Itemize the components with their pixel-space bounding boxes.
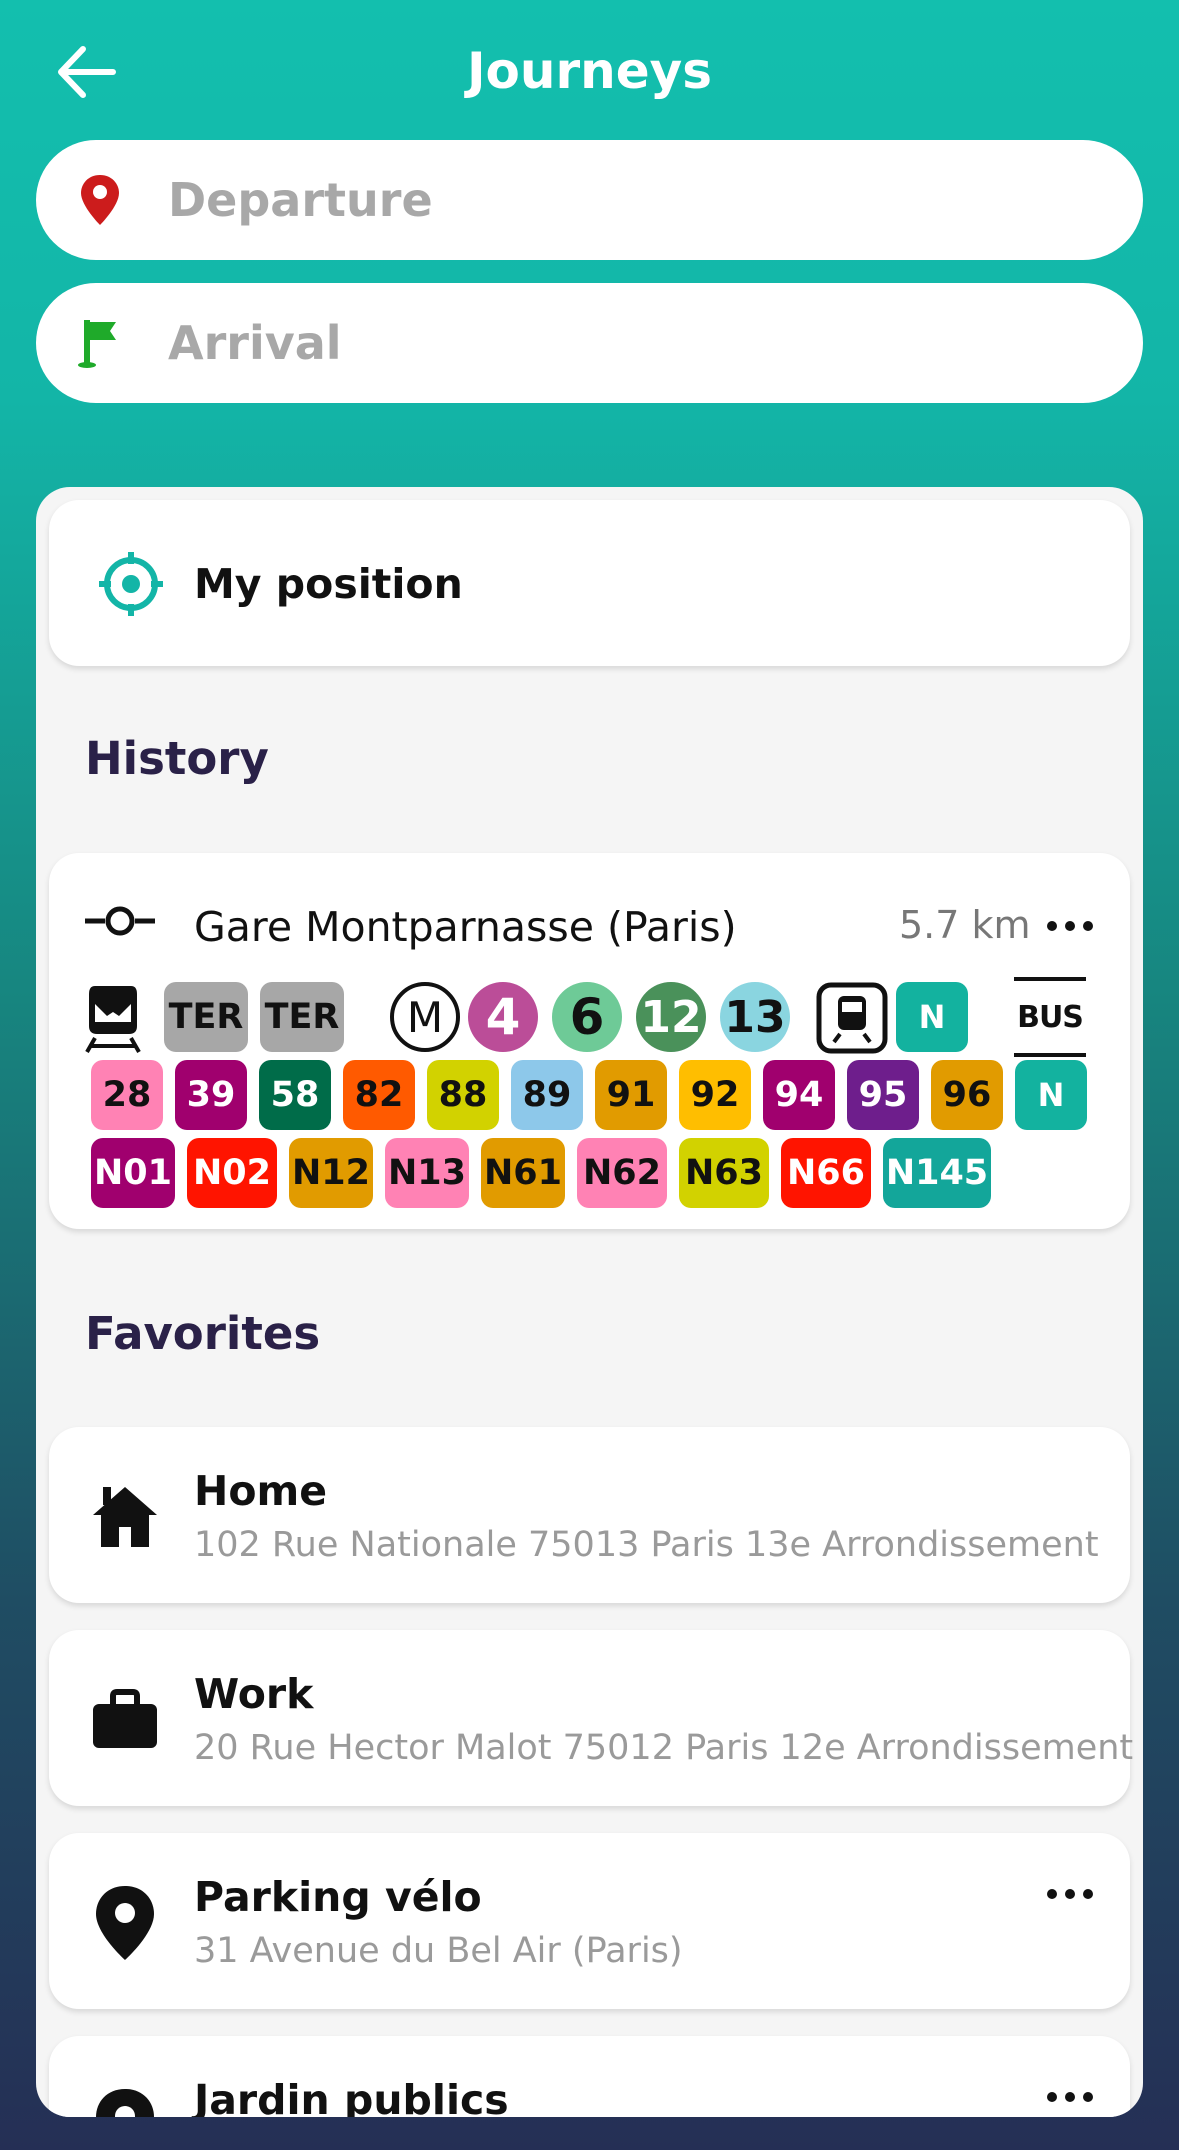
my-position-card[interactable]: My position (49, 500, 1130, 666)
bus-logo-icon: BUS (1014, 977, 1086, 1057)
bus-line-badge: 92 (679, 1060, 751, 1130)
night-bus-badge: N66 (781, 1138, 871, 1208)
history-distance: 5.7 km (899, 903, 1031, 947)
bus-line-badge: 95 (847, 1060, 919, 1130)
favorite-address: 102 Rue Nationale 75013 Paris 13e Arrond… (194, 1525, 1099, 1565)
my-position-label: My position (194, 560, 463, 608)
favorite-item[interactable]: Parking vélo 31 Avenue du Bel Air (Paris… (49, 1833, 1130, 2009)
map-pin-icon (81, 175, 119, 225)
departure-field[interactable]: Departure (36, 140, 1143, 260)
favorite-item[interactable]: Work 20 Rue Hector Malot 75012 Paris 12e… (49, 1630, 1134, 1806)
favorites-title: Favorites (85, 1307, 321, 1360)
suggestions-panel: My position History Gare Montparnasse (P… (36, 487, 1143, 2117)
departure-placeholder: Departure (168, 173, 433, 227)
night-bus-badge: N12 (289, 1138, 373, 1208)
more-options-button[interactable] (1047, 1889, 1093, 1899)
bus-line-badge: 28 (91, 1060, 163, 1130)
map-pin-icon (85, 2086, 165, 2117)
briefcase-icon (85, 1680, 165, 1760)
metro-line-badge: 6 (552, 982, 622, 1052)
favorite-name: Home (194, 1467, 328, 1515)
night-bus-badge: N01 (91, 1138, 175, 1208)
favorite-name: Work (194, 1670, 314, 1718)
more-options-button[interactable] (1047, 2092, 1093, 2102)
bus-line-badge: 94 (763, 1060, 835, 1130)
bus-line-badge: 82 (343, 1060, 415, 1130)
bus-line-badge: 91 (595, 1060, 667, 1130)
station-icon (85, 906, 155, 936)
night-bus-badge: N02 (187, 1138, 277, 1208)
ter-badge: TER (164, 982, 248, 1052)
arrival-field[interactable]: Arrival (36, 283, 1143, 403)
history-station-name: Gare Montparnasse (Paris) (194, 903, 737, 951)
metro-line-badge: 4 (468, 982, 538, 1052)
favorite-address: 31 Avenue du Bel Air (Paris) (194, 1931, 683, 1971)
page-title: Journeys (466, 42, 713, 100)
night-bus-badge: N61 (481, 1138, 565, 1208)
bus-line-badge: 39 (175, 1060, 247, 1130)
favorite-name: Parking vélo (194, 1873, 482, 1921)
history-title: History (85, 732, 269, 785)
metro-line-badge: 12 (636, 982, 706, 1052)
favorite-name: Jardin publics (194, 2076, 509, 2117)
rer-train-icon (85, 986, 141, 1053)
map-pin-icon (85, 1883, 165, 1963)
bus-line-badge: N (1015, 1060, 1087, 1130)
metro-line-badge: 13 (720, 982, 790, 1052)
favorite-address: 20 Rue Hector Malot 75012 Paris 12e Arro… (194, 1728, 1134, 1768)
night-bus-badge: N63 (679, 1138, 769, 1208)
header: Journeys (0, 0, 1179, 140)
metro-logo-icon: M (390, 982, 460, 1052)
favorite-item[interactable]: Jardin publics (49, 2036, 1130, 2117)
ter-badge: TER (260, 982, 344, 1052)
night-bus-badge: N145 (883, 1138, 991, 1208)
night-bus-badge: N62 (577, 1138, 667, 1208)
bus-line-badge: 88 (427, 1060, 499, 1130)
bus-line-badge: 58 (259, 1060, 331, 1130)
home-icon (85, 1477, 165, 1557)
crosshair-icon (99, 552, 163, 616)
more-options-button[interactable] (1047, 921, 1093, 931)
tram-icon (816, 982, 888, 1054)
arrival-placeholder: Arrival (168, 316, 342, 370)
bus-line-badge: 96 (931, 1060, 1003, 1130)
flag-icon (78, 320, 116, 368)
bus-line-badge: 89 (511, 1060, 583, 1130)
history-item[interactable]: Gare Montparnasse (Paris) 5.7 km TER TER… (49, 853, 1130, 1229)
favorite-item[interactable]: Home 102 Rue Nationale 75013 Paris 13e A… (49, 1427, 1130, 1603)
night-bus-badge: N13 (385, 1138, 469, 1208)
tram-line-badge: N (896, 982, 968, 1052)
